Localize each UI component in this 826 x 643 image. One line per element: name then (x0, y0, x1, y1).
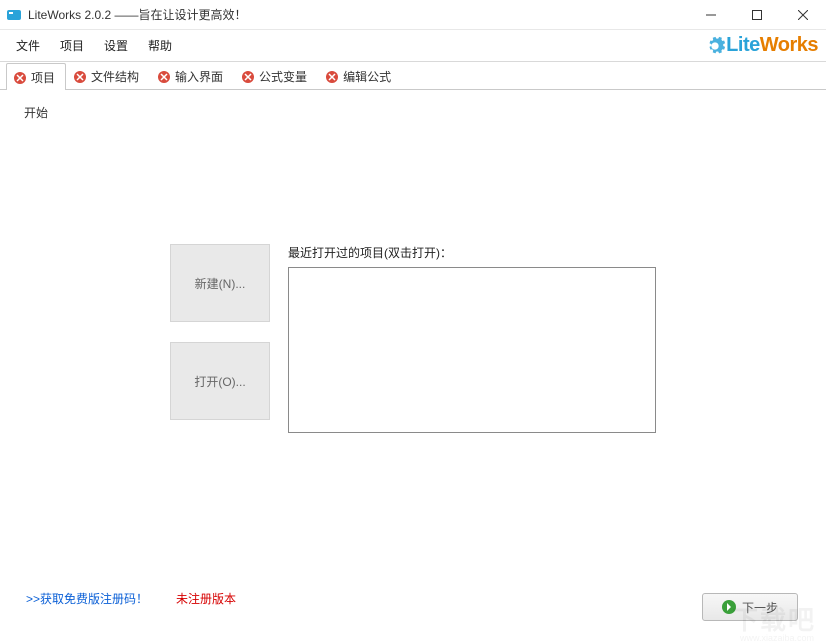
open-button-label: 打开(O)... (194, 373, 245, 390)
arrow-right-icon (722, 600, 736, 614)
logo-text: LiteWorks (726, 34, 818, 57)
error-icon (73, 70, 87, 84)
menubar: 文件 项目 设置 帮助 (0, 30, 188, 61)
recent-label: 最近打开过的项目(双击打开)： (288, 244, 656, 261)
minimize-button[interactable] (688, 0, 734, 29)
tab-label: 编辑公式 (343, 68, 391, 85)
tab-label: 输入界面 (175, 68, 223, 85)
tabbar: 项目 文件结构 输入界面 公式变量 编辑公式 (0, 62, 826, 90)
menu-project[interactable]: 项目 (52, 33, 92, 58)
logo: LiteWorks (704, 30, 826, 61)
button-column: 新建(N)... 打开(O)... (170, 244, 270, 433)
recent-column: 最近打开过的项目(双击打开)： (288, 244, 656, 433)
tab-label: 项目 (31, 69, 55, 86)
menubar-row: 文件 项目 设置 帮助 LiteWorks (0, 30, 826, 62)
close-button[interactable] (780, 0, 826, 29)
tab-label: 公式变量 (259, 68, 307, 85)
footer-links: >>获取免费版注册码！ 未注册版本 (26, 590, 236, 607)
error-icon (241, 70, 255, 84)
tab-file-structure[interactable]: 文件结构 (66, 62, 150, 89)
titlebar: LiteWorks 2.0.2 ——旨在让设计更高效！ (0, 0, 826, 30)
gear-icon (704, 35, 726, 57)
menu-settings[interactable]: 设置 (96, 33, 136, 58)
tab-label: 文件结构 (91, 68, 139, 85)
close-icon (13, 71, 27, 85)
start-area: 新建(N)... 打开(O)... 最近打开过的项目(双击打开)： (170, 244, 656, 433)
content-area: 开始 新建(N)... 打开(O)... 最近打开过的项目(双击打开)： >>获… (0, 90, 826, 643)
new-button[interactable]: 新建(N)... (170, 244, 270, 322)
get-registration-link[interactable]: >>获取免费版注册码！ (26, 590, 148, 607)
watermark-sub: www.xiazaiba.com (740, 633, 814, 643)
window-title: LiteWorks 2.0.2 ——旨在让设计更高效！ (28, 6, 688, 23)
menu-file[interactable]: 文件 (8, 33, 48, 58)
tab-project[interactable]: 项目 (6, 63, 66, 90)
maximize-button[interactable] (734, 0, 780, 29)
error-icon (157, 70, 171, 84)
tab-edit-formula[interactable]: 编辑公式 (318, 62, 402, 89)
menu-help[interactable]: 帮助 (140, 33, 180, 58)
next-step-button[interactable]: 下一步 (702, 593, 798, 621)
next-button-label: 下一步 (742, 599, 778, 616)
new-button-label: 新建(N)... (195, 275, 246, 292)
tab-input-interface[interactable]: 输入界面 (150, 62, 234, 89)
app-icon (6, 7, 22, 23)
open-button[interactable]: 打开(O)... (170, 342, 270, 420)
section-label: 开始 (24, 104, 808, 121)
recent-projects-list[interactable] (288, 267, 656, 433)
tab-formula-variables[interactable]: 公式变量 (234, 62, 318, 89)
window-controls (688, 0, 826, 29)
unregistered-label: 未注册版本 (176, 590, 236, 607)
error-icon (325, 70, 339, 84)
